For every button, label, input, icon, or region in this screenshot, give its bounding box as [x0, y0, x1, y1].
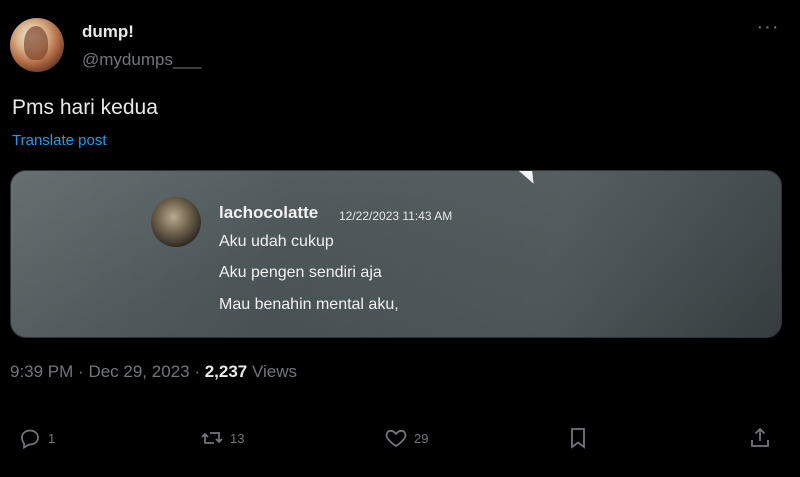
post-time[interactable]: 9:39 PM [10, 362, 73, 381]
reply-icon [21, 429, 39, 450]
views-label: Views [251, 362, 298, 381]
media-timestamp: 12/22/2023 11:43 AM [339, 209, 453, 223]
repost-count: 13 [230, 430, 245, 446]
media-message-line: Mau benahin mental aku, [219, 296, 399, 313]
like-button[interactable]: 29 [384, 426, 428, 450]
post-meta: 9:39 PM · Dec 29, 2023 · 2,237 Views [10, 362, 298, 381]
author-handle[interactable]: @mydumps___ [82, 50, 201, 70]
media-avatar [151, 197, 201, 247]
bookmark-button[interactable] [566, 426, 590, 450]
bookmark-icon [571, 428, 585, 449]
reply-count: 1 [48, 430, 56, 446]
like-count: 29 [414, 430, 429, 446]
views-count: 2,237 [204, 362, 248, 381]
more-icon[interactable]: ··· [754, 17, 782, 40]
share-icon [751, 427, 769, 447]
share-button[interactable] [748, 426, 772, 450]
cursor-icon [519, 171, 540, 187]
author-display-name[interactable]: dump! [82, 22, 134, 42]
author-avatar[interactable] [10, 18, 64, 72]
media-username: lachocolatte [219, 203, 319, 222]
media-message-line: Aku pengen sendiri aja [219, 264, 382, 281]
reply-button[interactable]: 1 [18, 426, 55, 450]
heart-icon [385, 429, 407, 448]
post-media-image[interactable]: lachocolatte 12/22/2023 11:43 AM Aku uda… [10, 170, 782, 338]
translate-post-link[interactable]: Translate post [12, 132, 107, 149]
media-message-line: Aku udah cukup [219, 233, 334, 250]
repost-icon [201, 432, 223, 444]
post-text: Pms hari kedua [12, 96, 158, 119]
post-date[interactable]: Dec 29, 2023 [88, 362, 189, 381]
action-bar: 1 13 29 [0, 420, 800, 460]
repost-button[interactable]: 13 [200, 426, 244, 450]
